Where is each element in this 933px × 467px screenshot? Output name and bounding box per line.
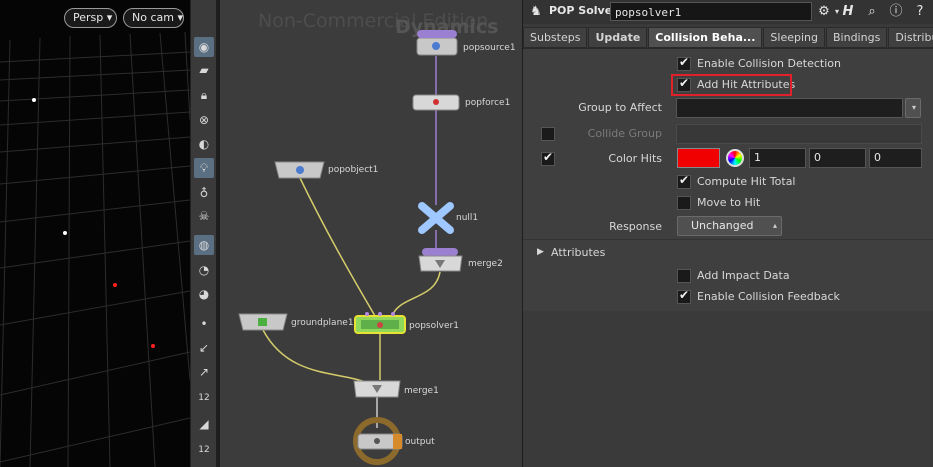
scene-viewport[interactable]: Persp ▾ No cam ▾	[0, 0, 190, 467]
node-label-popsolver1: popsolver1	[409, 321, 459, 331]
bulb-icon[interactable]: ♁	[194, 183, 214, 203]
color-wheel-icon[interactable]	[726, 149, 744, 167]
normals-icon[interactable]: ↙	[194, 338, 214, 358]
viewport-toolbar: ◉ ▰ 🔒︎ ⊗ ◐ 💡︎ ♁ ☠︎ ◍ ◔ ◕ • ↙ ↗ 12 ◢ 12	[190, 0, 216, 467]
red-highlight-box	[671, 74, 792, 96]
param-header: ♞ POP Solver popsolver1 ⚙ ▾ H ⌕ ⓘ ?	[523, 0, 933, 24]
numbers2-icon[interactable]: 12	[194, 440, 214, 460]
ghost-icon[interactable]: ◍	[194, 235, 214, 255]
param-tabs: Substeps Update Collision Beha... Sleepi…	[523, 27, 933, 48]
view-icon[interactable]: ◉	[194, 37, 214, 57]
node-merge2	[418, 248, 463, 272]
particle-white	[63, 231, 67, 235]
help-icon[interactable]: ?	[911, 3, 929, 21]
node-popforce1	[412, 94, 460, 111]
collide-group-field[interactable]	[676, 124, 922, 144]
move-to-hit-label: Move to Hit	[697, 196, 761, 209]
lock-icon[interactable]: 🔒︎	[194, 85, 214, 105]
enable-collision-feedback-label: Enable Collision Feedback	[697, 290, 840, 303]
move-to-hit-checkbox[interactable]	[677, 196, 691, 210]
compute-hit-total-checkbox[interactable]	[677, 173, 691, 189]
particle-red	[113, 283, 117, 287]
node-merge1	[353, 380, 401, 398]
enable-collision-detection-label: Enable Collision Detection	[697, 57, 841, 70]
tab-distribution[interactable]: Distribution	[888, 27, 933, 48]
node-label-null1: null1	[456, 213, 479, 223]
node-label-merge1: merge1	[404, 386, 439, 396]
numbers-icon[interactable]: 12	[194, 388, 214, 408]
compute-hit-total-label: Compute Hit Total	[697, 175, 796, 188]
camera-menu-button[interactable]: No cam ▾	[123, 8, 184, 28]
light-icon[interactable]: 💡︎	[194, 158, 214, 178]
brush-icon[interactable]: ◢	[194, 414, 214, 434]
node-label-popobject1: popobject1	[328, 165, 379, 175]
particle-red	[151, 344, 155, 348]
vector-icon[interactable]: ↗	[194, 362, 214, 382]
camera-icon[interactable]: ◕	[194, 284, 214, 304]
tab-bindings[interactable]: Bindings	[826, 27, 888, 48]
attributes-folder-arrow-icon[interactable]: ▶	[537, 247, 544, 257]
node-label-popforce1: popforce1	[465, 98, 511, 108]
point-icon[interactable]: •	[194, 314, 214, 334]
response-label: Response	[609, 220, 662, 233]
tab-sleeping[interactable]: Sleeping	[763, 27, 825, 48]
add-impact-data-checkbox[interactable]	[677, 269, 691, 283]
node-popsolver1	[354, 312, 406, 334]
color-r-field[interactable]: 1	[749, 148, 806, 168]
group-to-affect-field[interactable]	[676, 98, 903, 118]
node-label-output: output	[405, 437, 435, 447]
particle-white	[32, 98, 36, 102]
persp-menu-button[interactable]: Persp ▾	[64, 8, 117, 28]
node-label-popsource1: popsource1	[463, 43, 516, 53]
houdini-help-icon[interactable]: H	[839, 3, 857, 21]
select-icon[interactable]: ▰	[194, 60, 214, 80]
tab-collision-behavior[interactable]: Collision Beha...	[648, 27, 763, 48]
attributes-folder-label[interactable]: Attributes	[551, 246, 605, 259]
add-impact-data-label: Add Impact Data	[697, 269, 790, 282]
group-to-affect-dropdown[interactable]: ▾	[905, 98, 921, 118]
enable-collision-detection-checkbox[interactable]	[677, 55, 691, 71]
node-popobject1	[274, 161, 325, 179]
collide-group-label: Collide Group	[587, 127, 662, 140]
color-g-field[interactable]: 0	[809, 148, 866, 168]
eye-icon[interactable]: ◔	[194, 260, 214, 280]
display-icon[interactable]: ⊗	[194, 110, 214, 130]
node-label-merge2: merge2	[468, 259, 503, 269]
info-icon[interactable]: ⓘ	[887, 3, 905, 21]
color-hits-swatch[interactable]	[677, 148, 720, 168]
response-menu[interactable]: Unchanged ▴	[677, 216, 782, 236]
node-type-label: POP Solver	[549, 4, 618, 17]
color-b-field[interactable]: 0	[869, 148, 922, 168]
shading-icon[interactable]: ◐	[194, 134, 214, 154]
node-name-field[interactable]: popsolver1	[610, 2, 812, 21]
folder-divider	[523, 239, 933, 240]
search-icon[interactable]: ⌕	[863, 3, 881, 21]
viewport-grid	[0, 31, 190, 467]
node-label-groundplane1: groundplane1	[291, 318, 354, 328]
group-to-affect-label: Group to Affect	[578, 101, 662, 114]
collision-behavior-panel: Enable Collision Detection Add Hit Attri…	[523, 48, 933, 311]
enable-collision-feedback-checkbox[interactable]	[677, 288, 691, 304]
node-output	[353, 417, 403, 465]
node-null1	[418, 202, 454, 234]
node-popsource1	[416, 30, 458, 56]
parameter-editor: ♞ POP Solver popsolver1 ⚙ ▾ H ⌕ ⓘ ? Subs…	[522, 0, 933, 467]
pop-solver-icon: ♞	[530, 4, 542, 19]
skull-icon[interactable]: ☠︎	[194, 206, 214, 226]
network-editor[interactable]: Non-Commercial Edition Dynamics popsourc…	[220, 0, 522, 467]
network-wires	[238, 30, 463, 465]
tab-update[interactable]: Update	[588, 27, 648, 48]
color-hits-label: Color Hits	[608, 152, 662, 165]
node-groundplane1	[238, 313, 288, 331]
tab-substeps[interactable]: Substeps	[523, 27, 588, 48]
